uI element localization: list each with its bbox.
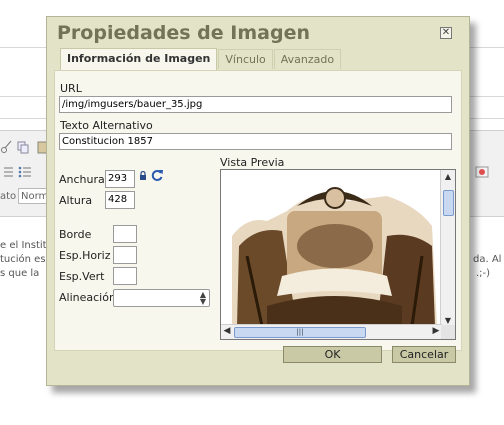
align-label: Alineación [59,291,116,304]
border-field[interactable] [113,225,137,243]
close-button[interactable]: ✕ [440,27,452,39]
image-preview: ▲ ▼ ◀ ||| ▶ [220,169,456,340]
lock-ratio-icon[interactable] [139,171,147,180]
height-field[interactable]: 428 [105,191,135,209]
numbered-list-icon[interactable] [0,165,14,179]
hspace-label: Esp.Horiz [59,249,111,262]
scroll-up-icon[interactable]: ▲ [443,172,453,182]
preview-vertical-scrollbar[interactable]: ▲ ▼ [440,170,455,327]
select-arrows-icon: ▲ ▼ [199,290,206,306]
ok-button[interactable]: OK [283,346,382,363]
reset-size-icon[interactable] [150,168,164,182]
preview-label: Vista Previa [220,156,285,169]
smiley-icon[interactable] [475,165,489,179]
tab-bar: Información de Imagen Vínculo Avanzado [60,48,342,70]
url-field[interactable]: /img/imgusers/bauer_35.jpg [59,96,452,113]
tab-image-info[interactable]: Información de Imagen [60,48,218,70]
width-label: Anchura [59,173,105,186]
tab-link[interactable]: Vínculo [218,49,273,69]
alt-text-field[interactable]: Constitucion 1857 [59,133,452,150]
scroll-left-icon[interactable]: ◀ [222,326,232,337]
format-select[interactable]: Norm [18,188,48,204]
vspace-label: Esp.Vert [59,270,105,283]
cut-icon[interactable] [0,140,14,154]
format-label: ato [0,191,17,202]
scroll-right-icon[interactable]: ▶ [431,326,441,337]
body-text-line: tución es [0,254,46,265]
tab-advanced[interactable]: Avanzado [273,49,342,69]
horizontal-scroll-thumb[interactable]: ||| [234,327,366,338]
border-label: Borde [59,228,92,241]
alt-text-label: Texto Alternativo [60,119,153,132]
bullet-list-icon[interactable] [18,165,32,179]
hspace-field[interactable] [113,246,137,264]
preview-horizontal-scrollbar[interactable]: ◀ ||| ▶ [221,324,442,339]
url-label: URL [60,82,82,95]
scroll-corner [441,325,455,339]
copy-icon[interactable] [16,140,30,154]
body-text-line: e el Instit [0,240,47,251]
vertical-scroll-thumb[interactable] [443,190,454,216]
body-text-line: s que la [0,268,40,279]
preview-image [227,176,442,326]
width-field[interactable]: 293 [105,170,135,188]
align-select[interactable]: ▲ ▼ [113,289,210,307]
body-text-line: da. Al [473,254,502,265]
height-label: Altura [59,194,93,207]
dialog-title: Propiedades de Imagen [57,22,310,44]
body-text-line: .;-) [476,268,491,279]
vspace-field[interactable] [113,267,137,285]
cancel-button[interactable]: Cancelar [392,346,456,363]
